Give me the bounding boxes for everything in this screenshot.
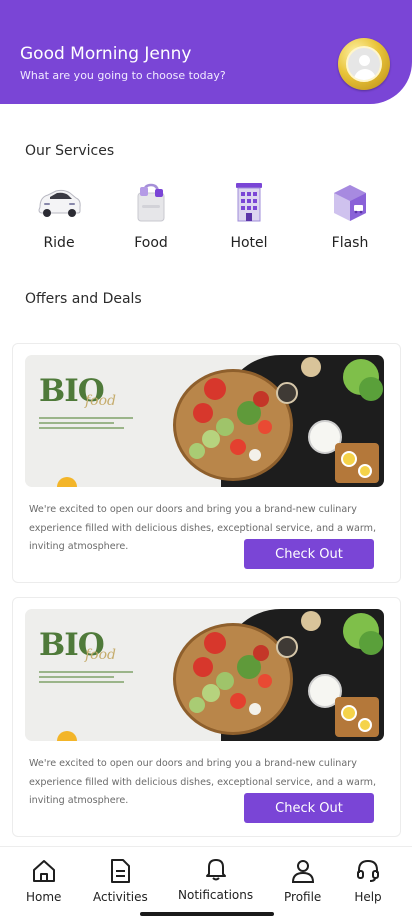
offer-banner-image[interactable]: BIO food	[25, 355, 384, 487]
service-food-label: Food	[134, 235, 168, 251]
nav-item-profile[interactable]: Profile	[284, 857, 321, 904]
banner-script-text: food	[85, 647, 117, 663]
nav-item-notifications[interactable]: Notifications	[178, 855, 253, 902]
offers-title: Offers and Deals	[25, 291, 142, 307]
offer-card[interactable]: BIO food We're excited to open our doors…	[12, 597, 401, 837]
nav-label-profile: Profile	[284, 890, 322, 904]
delivery-box-icon	[325, 182, 375, 222]
offer-banner-image[interactable]: BIO food	[25, 609, 384, 741]
home-indicator-bar[interactable]	[140, 912, 274, 916]
nav-label-help: Help	[354, 890, 382, 904]
service-flash-label: Flash	[331, 235, 369, 251]
nav-item-help[interactable]: Help	[354, 857, 382, 904]
service-flash[interactable]: Flash	[310, 182, 390, 254]
nav-label-activities: Activities	[93, 890, 148, 904]
banner-fine-print	[39, 671, 133, 686]
user-avatar-icon[interactable]	[338, 38, 390, 90]
car-icon	[34, 182, 84, 222]
home-icon	[30, 857, 58, 885]
service-ride[interactable]: Ride	[19, 182, 99, 254]
service-food[interactable]: Food	[111, 182, 191, 254]
document-icon	[106, 857, 134, 885]
headset-icon	[354, 857, 382, 885]
nav-label-home: Home	[26, 890, 62, 904]
hotel-building-icon	[224, 182, 274, 222]
banner-fine-print	[39, 417, 133, 432]
offer-card[interactable]: BIO food We're excited to open our doors…	[12, 343, 401, 583]
check-out-button[interactable]: Check Out	[244, 793, 374, 823]
nav-item-activities[interactable]: Activities	[93, 857, 148, 904]
service-hotel[interactable]: Hotel	[209, 182, 289, 254]
greeting-subtitle: What are you going to choose today?	[20, 69, 226, 82]
services-title: Our Services	[25, 143, 115, 159]
nav-label-notifications: Notifications	[178, 888, 254, 902]
banner-script-text: food	[85, 393, 117, 409]
bell-icon	[202, 855, 230, 883]
shopping-bag-icon	[126, 182, 176, 222]
header-banner: Good Morning Jenny What are you going to…	[0, 0, 412, 104]
person-icon	[289, 857, 317, 885]
avatar-placeholder	[346, 46, 382, 82]
service-ride-label: Ride	[43, 235, 75, 251]
greeting-title: Good Morning Jenny	[20, 44, 192, 64]
nav-item-home[interactable]: Home	[26, 857, 61, 904]
service-hotel-label: Hotel	[230, 235, 268, 251]
check-out-button[interactable]: Check Out	[244, 539, 374, 569]
